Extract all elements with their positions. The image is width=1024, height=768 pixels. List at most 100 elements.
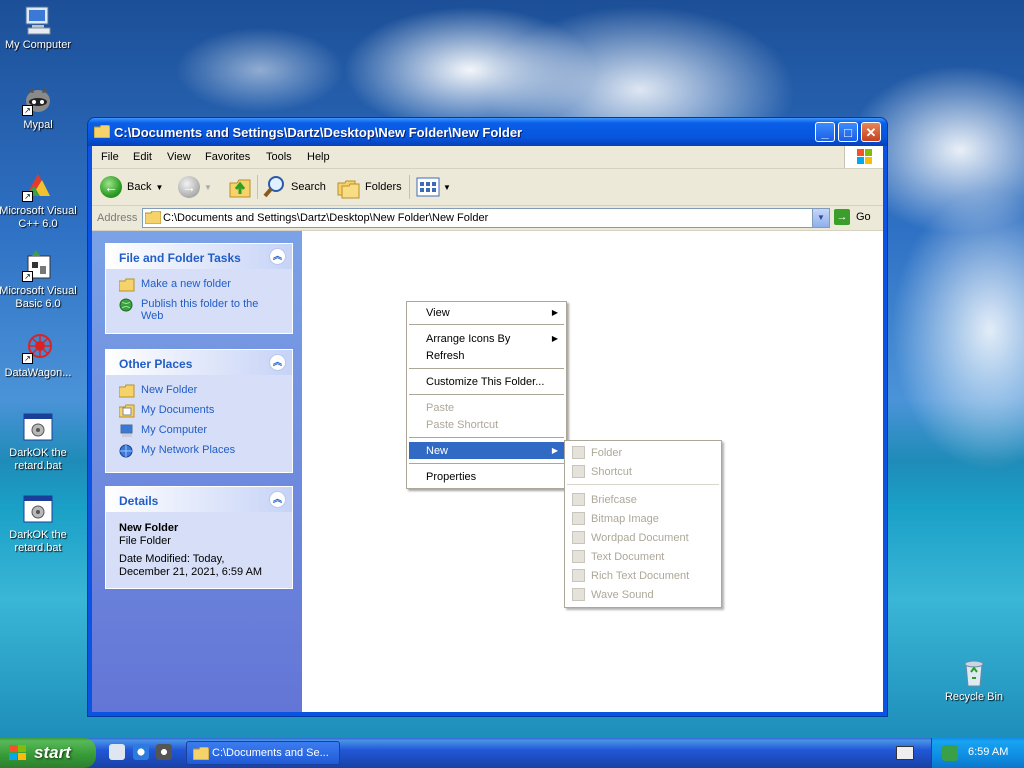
place-link-label: My Documents xyxy=(141,404,215,416)
context-item-arrange-icons-by[interactable]: Arrange Icons By ▶ xyxy=(409,330,564,347)
desktop-icon-visual-cpp[interactable]: ↗ Microsoft Visual C++ 6.0 xyxy=(0,170,78,231)
new-item-rich-text-document[interactable]: Rich Text Document xyxy=(567,567,719,584)
menu-edit[interactable]: Edit xyxy=(133,151,152,163)
new-item-shortcut[interactable]: Shortcut xyxy=(567,463,719,480)
desktop-icon-bat-1[interactable]: DarkOK the retard.bat xyxy=(0,412,78,473)
desktop-icon-mypal[interactable]: ↗ Mypal xyxy=(0,84,78,132)
forward-button[interactable]: → ▼ xyxy=(178,174,212,200)
panel-header[interactable]: Details ︽ xyxy=(106,487,292,512)
start-button[interactable]: start xyxy=(0,738,96,768)
context-item-properties[interactable]: Properties xyxy=(409,468,564,485)
visual-cpp-icon: ↗ xyxy=(22,170,54,202)
rich-text-document-icon xyxy=(572,569,585,582)
file-folder-tasks-panel: File and Folder Tasks ︽ Make a new folde… xyxy=(105,243,293,334)
context-item-paste-shortcut: Paste Shortcut xyxy=(409,416,564,433)
context-item-label: Paste xyxy=(426,402,455,414)
bitmap-image-icon xyxy=(572,512,585,525)
batch-file-icon xyxy=(22,412,54,444)
collapse-chevron-icon[interactable]: ︽ xyxy=(269,491,286,508)
menu-separator xyxy=(409,394,564,395)
menu-help[interactable]: Help xyxy=(307,151,330,163)
desktop-icon-recycle-bin[interactable]: Recycle Bin xyxy=(934,656,1014,704)
panel-title: File and Folder Tasks xyxy=(119,251,241,265)
go-button[interactable]: → Go xyxy=(834,209,871,225)
panel-header[interactable]: Other Places ︽ xyxy=(106,350,292,375)
close-button[interactable]: ✕ xyxy=(861,122,881,142)
desktop-icon-visual-basic[interactable]: ↗ Microsoft Visual Basic 6.0 xyxy=(0,250,78,311)
menu-file[interactable]: File xyxy=(101,151,119,163)
collapse-chevron-icon[interactable]: ︽ xyxy=(269,354,286,371)
network-tray-icon[interactable] xyxy=(942,745,958,761)
back-label: Back xyxy=(127,181,152,193)
submenu-arrow-icon: ▶ xyxy=(551,446,558,455)
shortcut-arrow-icon: ↗ xyxy=(22,271,33,282)
desktop-icon-label: Recycle Bin xyxy=(944,691,1004,703)
menu-view[interactable]: View xyxy=(167,151,191,163)
place-link-my-computer[interactable]: My Computer xyxy=(119,424,207,438)
up-folder-button[interactable] xyxy=(228,174,252,200)
place-link-new-folder[interactable]: New Folder xyxy=(118,384,197,398)
address-input[interactable]: C:\Documents and Settings\Dartz\Desktop\… xyxy=(142,208,830,228)
collapse-chevron-icon[interactable]: ︽ xyxy=(269,248,286,265)
menu-favorites[interactable]: Favorites xyxy=(205,151,250,163)
panel-title: Details xyxy=(119,494,159,508)
clock[interactable]: 6:59 AM xyxy=(968,746,1008,758)
new-item-text-document[interactable]: Text Document xyxy=(567,548,719,565)
internet-explorer-icon[interactable] xyxy=(133,744,149,760)
new-item-bitmap-image[interactable]: Bitmap Image xyxy=(567,510,719,527)
title-bar[interactable]: C:\Documents and Settings\Dartz\Desktop\… xyxy=(88,118,887,146)
context-item-view[interactable]: View ▶ xyxy=(409,304,564,321)
toolbar: ← Back ▼ → ▼ Search Folders ▼ xyxy=(92,169,883,206)
chevron-down-icon: ▼ xyxy=(155,182,164,192)
address-value: C:\Documents and Settings\Dartz\Desktop\… xyxy=(163,212,489,224)
details-modified-line1: Date Modified: Today, xyxy=(119,553,225,565)
folders-icon xyxy=(337,180,360,199)
keyboard-icon[interactable] xyxy=(896,746,914,760)
place-link-my-network-places[interactable]: My Network Places xyxy=(119,444,235,458)
new-item-label: Rich Text Document xyxy=(591,570,690,582)
task-link-make-new-folder[interactable]: Make a new folder xyxy=(118,278,231,292)
context-item-label: Properties xyxy=(426,471,477,483)
search-button[interactable]: Search xyxy=(263,174,326,200)
submenu-arrow-icon: ▶ xyxy=(551,334,558,343)
place-link-label: My Network Places xyxy=(141,444,236,456)
address-dropdown-button[interactable]: ▼ xyxy=(812,209,829,227)
taskbar-window-button[interactable]: C:\Documents and Se... xyxy=(186,741,340,765)
menu-separator xyxy=(409,368,564,369)
windows-logo-icon xyxy=(844,146,883,168)
new-item-folder[interactable]: Folder xyxy=(567,444,719,461)
shortcut-arrow-icon: ↗ xyxy=(22,105,33,116)
place-link-my-documents[interactable]: My Documents xyxy=(118,404,215,418)
window-title: C:\Documents and Settings\Dartz\Desktop\… xyxy=(114,125,523,140)
chevron-down-icon: ▼ xyxy=(443,182,451,192)
my-documents-icon xyxy=(118,404,135,418)
media-player-icon[interactable] xyxy=(156,744,172,760)
visual-basic-icon: ↗ xyxy=(22,250,54,282)
desktop-icon-bat-2[interactable]: DarkOK the retard.bat xyxy=(0,494,78,555)
desktop-icon-my-computer[interactable]: My Computer xyxy=(0,4,78,52)
panel-header[interactable]: File and Folder Tasks ︽ xyxy=(106,244,292,269)
context-item-new[interactable]: New ▶ xyxy=(409,442,564,459)
shortcut-icon xyxy=(572,465,585,478)
desktop-icon-datawagon[interactable]: ↗ DataWagon... xyxy=(0,332,78,380)
task-link-publish-web[interactable]: Publish this folder to the Web xyxy=(119,298,279,322)
context-item-refresh[interactable]: Refresh xyxy=(409,347,564,364)
maximize-button[interactable]: □ xyxy=(838,122,858,142)
new-item-wave-sound[interactable]: Wave Sound xyxy=(567,586,719,603)
new-item-wordpad-document[interactable]: Wordpad Document xyxy=(567,529,719,546)
back-arrow-icon: ← xyxy=(100,176,122,198)
folders-button[interactable]: Folders xyxy=(337,174,402,200)
desktop-icon-label: Microsoft Visual C++ 6.0 xyxy=(0,205,77,230)
up-folder-icon xyxy=(229,179,251,198)
address-bar: Address C:\Documents and Settings\Dartz\… xyxy=(92,206,883,231)
back-button[interactable]: ← Back ▼ xyxy=(100,174,163,200)
views-button[interactable]: ▼ xyxy=(416,174,451,200)
show-desktop-icon[interactable] xyxy=(109,744,125,760)
new-item-briefcase[interactable]: Briefcase xyxy=(567,491,719,508)
minimize-button[interactable]: _ xyxy=(815,122,835,142)
desktop-icon-label: DataWagon... xyxy=(4,367,72,379)
menu-tools[interactable]: Tools xyxy=(266,151,292,163)
panel-title: Other Places xyxy=(119,357,193,371)
context-item-customize-folder[interactable]: Customize This Folder... xyxy=(409,373,564,390)
desktop-icon-label: Mypal xyxy=(23,119,53,131)
